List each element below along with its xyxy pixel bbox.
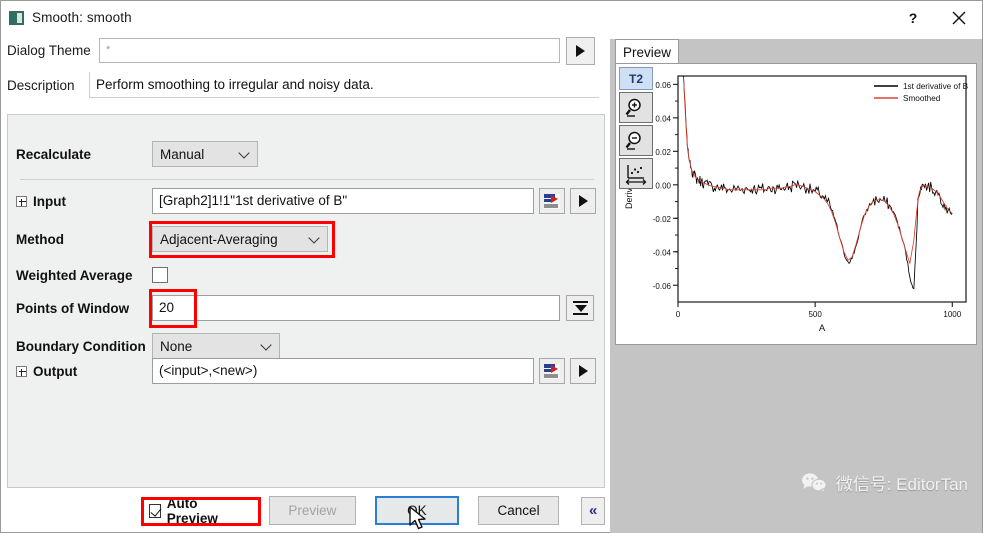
svg-text:-0.06: -0.06	[653, 282, 672, 291]
points-of-window-input[interactable]: 20	[152, 295, 560, 321]
input-data-select-button[interactable]	[539, 188, 565, 214]
dialog-footer: Auto Preview Preview OK Cancel «	[7, 493, 605, 528]
method-dropdown[interactable]: Adjacent-Averaging	[152, 226, 328, 252]
points-dropdown-icon	[572, 301, 589, 315]
dialog-theme-menu-button[interactable]	[566, 36, 595, 65]
title-bar: Smooth: smooth ?	[1, 1, 982, 34]
preview-button[interactable]: Preview	[268, 496, 357, 525]
svg-text:1st derivative of B: 1st derivative of B	[903, 82, 969, 91]
svg-text:-0.04: -0.04	[653, 248, 672, 257]
weighted-average-row: Weighted Average	[16, 267, 168, 283]
input-menu-button[interactable]	[570, 188, 596, 214]
arrow-right-icon	[578, 195, 588, 207]
cancel-button[interactable]: Cancel	[477, 496, 560, 525]
output-label: Output	[33, 363, 78, 379]
mouse-cursor	[409, 506, 426, 530]
expand-output-icon[interactable]	[16, 365, 27, 377]
weighted-average-label: Weighted Average	[16, 267, 133, 283]
input-label-group: Input	[16, 194, 152, 209]
chevron-down-icon	[238, 147, 250, 159]
svg-text:0.02: 0.02	[655, 148, 671, 157]
expand-input-icon[interactable]	[16, 195, 27, 207]
origin-dialog-icon	[9, 10, 24, 25]
close-button[interactable]	[936, 1, 982, 34]
preview-panel: Preview 0.06 0.04 0.02 0.00 -0.02 -0.04 -0.06 0…	[610, 39, 982, 533]
close-icon	[952, 11, 966, 24]
zoom-in-button[interactable]	[619, 92, 653, 123]
svg-text:500: 500	[808, 310, 822, 319]
svg-text:-0.02: -0.02	[653, 215, 672, 224]
input-field[interactable]: [Graph2]1!1"1st derivative of B"	[152, 188, 534, 214]
output-field[interactable]: (<input>,<new>)	[152, 358, 534, 384]
description-row: Description Perform smoothing to irregul…	[1, 67, 607, 103]
wechat-icon	[801, 473, 827, 493]
svg-text:A: A	[819, 323, 826, 334]
input-label: Input	[33, 193, 66, 209]
points-of-window-label: Points of Window	[16, 300, 130, 316]
dialog-theme-input[interactable]: *	[99, 38, 560, 63]
preview-chart: 0.06 0.04 0.02 0.00 -0.02 -0.04 -0.06 0 500 1000 A…	[624, 75, 969, 334]
boundary-condition-row: Boundary Condition None	[16, 333, 280, 359]
arrow-right-icon	[576, 44, 585, 57]
zoom-out-button[interactable]	[619, 125, 653, 156]
output-menu-button[interactable]	[570, 358, 596, 384]
recalculate-dropdown[interactable]: Manual	[152, 141, 258, 167]
zoom-in-icon	[625, 98, 641, 117]
chevron-down-icon	[308, 232, 320, 244]
chart-toolbar: T2	[619, 67, 655, 191]
preview-empty-area	[615, 345, 977, 531]
watermark: 微信号: EditorTan	[801, 470, 968, 495]
output-data-select-button[interactable]	[539, 358, 565, 384]
recalculate-value: Manual	[160, 146, 205, 162]
auto-preview-label: Auto Preview	[166, 495, 218, 526]
smooth-dialog: Smooth: smooth ? Dialog Theme * Descript…	[0, 0, 983, 533]
input-row: Input [Graph2]1!1"1st derivative of B"	[16, 188, 596, 214]
window-controls: ?	[890, 1, 982, 34]
boundary-condition-label: Boundary Condition	[16, 338, 146, 354]
svg-text:0: 0	[676, 310, 681, 319]
rescale-button[interactable]	[619, 158, 653, 189]
auto-preview-control[interactable]: Auto Preview	[149, 496, 237, 526]
svg-text:1000: 1000	[943, 310, 961, 319]
preview-chart-container: 0.06 0.04 0.02 0.00 -0.02 -0.04 -0.06 0 500 1000 A…	[615, 63, 977, 345]
points-of-window-dropdown-button[interactable]	[566, 295, 594, 321]
help-button[interactable]: ?	[890, 1, 936, 34]
data-select-icon	[544, 363, 560, 379]
boundary-condition-value: None	[160, 338, 193, 354]
description-text: Perform smoothing to irregular and noisy…	[89, 72, 599, 98]
svg-text:0.04: 0.04	[655, 114, 671, 123]
method-row: Method Adjacent-Averaging	[16, 226, 328, 252]
dialog-theme-row: Dialog Theme *	[1, 34, 607, 67]
divider	[20, 179, 594, 180]
description-label: Description	[7, 77, 75, 93]
tab-preview[interactable]: Preview	[615, 39, 679, 64]
svg-text:0.06: 0.06	[655, 81, 671, 90]
data-select-icon	[544, 193, 560, 209]
output-label-group: Output	[16, 364, 152, 379]
recalculate-label: Recalculate	[16, 146, 92, 162]
method-value: Adjacent-Averaging	[160, 231, 278, 247]
recalculate-row: Recalculate Manual	[16, 141, 258, 167]
weighted-average-checkbox[interactable]	[152, 267, 168, 283]
method-label: Method	[16, 231, 64, 247]
arrow-right-icon	[578, 365, 588, 377]
window-title: Smooth: smooth	[32, 10, 132, 25]
boundary-condition-dropdown[interactable]: None	[152, 333, 280, 359]
svg-text:0.00: 0.00	[655, 181, 671, 190]
auto-preview-checkbox[interactable]	[149, 503, 161, 518]
layer-tab-t2[interactable]: T2	[619, 67, 653, 90]
collapse-panel-button[interactable]: «	[581, 496, 605, 525]
zoom-out-icon	[625, 131, 641, 150]
settings-panel: Recalculate Manual Input [Graph2]1!1"1st…	[7, 114, 605, 488]
dialog-theme-label: Dialog Theme	[7, 43, 91, 58]
points-of-window-row: Points of Window 20	[16, 295, 594, 321]
watermark-text: 微信号: EditorTan	[835, 475, 968, 494]
chevron-down-icon	[260, 339, 272, 351]
output-row: Output (<input>,<new>)	[16, 358, 596, 384]
rescale-icon	[625, 164, 647, 185]
svg-text:Smoothed: Smoothed	[903, 94, 941, 103]
